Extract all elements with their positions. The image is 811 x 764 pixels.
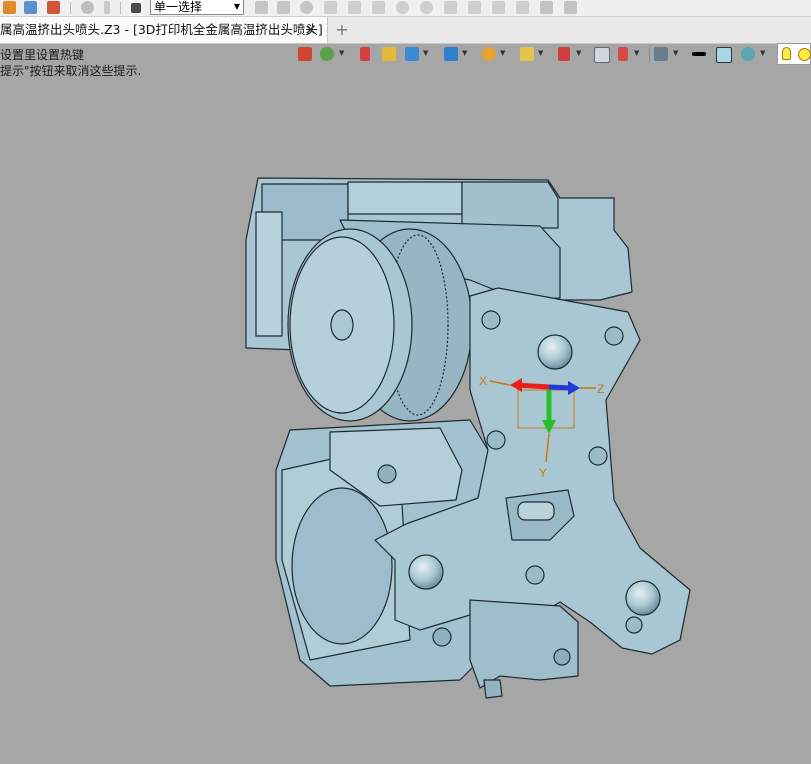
fan-opening[interactable] [291, 487, 393, 645]
side-tab[interactable] [255, 211, 283, 337]
screw-head[interactable] [377, 464, 397, 484]
plate-screw[interactable] [588, 446, 608, 466]
z-axis-label: Z [597, 382, 604, 396]
dome-knob[interactable] [408, 554, 444, 590]
screw-head[interactable] [432, 627, 452, 647]
nozzle[interactable] [483, 679, 503, 699]
dome-knob[interactable] [537, 334, 573, 370]
dome-knob[interactable] [625, 580, 661, 616]
plate-screw[interactable] [625, 616, 643, 634]
plate-screw[interactable] [525, 565, 545, 585]
housing-block[interactable] [461, 181, 559, 229]
plate-screw[interactable] [481, 310, 501, 330]
plate-screw[interactable] [604, 326, 624, 346]
plate-screw[interactable] [486, 430, 506, 450]
motor-shaft-hole[interactable] [330, 309, 354, 341]
hotend-screw[interactable] [553, 648, 571, 666]
model-viewport[interactable]: X Z Y [0, 0, 811, 764]
extruder-model[interactable] [245, 177, 691, 699]
slot-notch[interactable] [517, 501, 555, 521]
y-axis-label: Y [539, 466, 547, 480]
housing-top-plate[interactable] [347, 181, 463, 215]
hotend-block[interactable] [469, 599, 579, 689]
x-axis-label: X [479, 374, 487, 388]
